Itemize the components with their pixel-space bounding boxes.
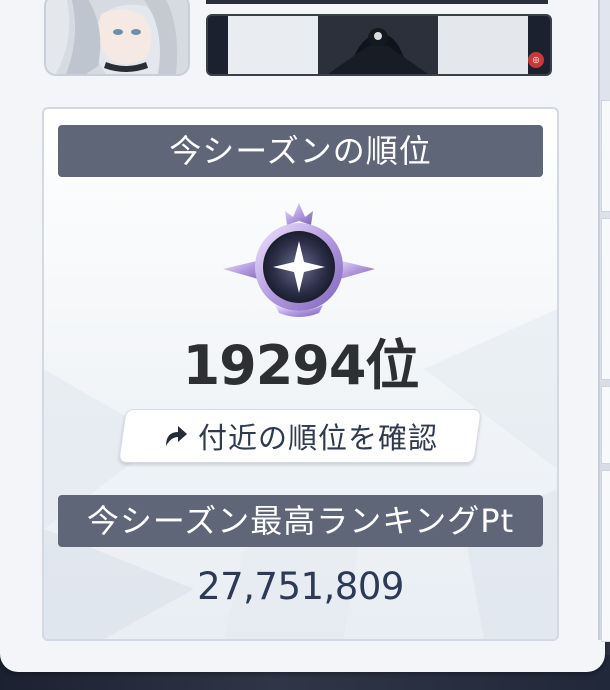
season-best-points-value: 27,751,809 (197, 565, 404, 608)
check-nearby-rank-button[interactable]: 付近の順位を確認 (118, 409, 482, 463)
avatar-portrait-image (46, 0, 188, 74)
profile-panel: ◎ 今シーズンの順位 19294位 付近の順位を確認 今シーズン最高ランキングP… (0, 0, 605, 672)
banner-badge-icon: ◎ (528, 52, 544, 68)
player-avatar[interactable] (44, 0, 190, 76)
season-best-points-header: 今シーズン最高ランキングPt (58, 495, 543, 547)
adjacent-panel-tab (601, 100, 610, 212)
profile-banner[interactable]: ◎ (206, 14, 552, 76)
check-nearby-rank-label: 付近の順位を確認 (197, 421, 438, 455)
season-rank-header: 今シーズンの順位 (58, 125, 543, 177)
banner-artwork-image (208, 16, 550, 74)
season-rank-value: 19294位 (182, 334, 420, 397)
banner-frame-top (206, 0, 548, 4)
adjacent-panel-tab (601, 470, 610, 642)
redo-arrow-icon (165, 426, 187, 446)
adjacent-panel-tab (601, 386, 610, 464)
season-rank-card: 今シーズンの順位 19294位 付近の順位を確認 今シーズン最高ランキングPt … (42, 107, 559, 641)
adjacent-panel-tab (601, 218, 610, 380)
tier-emblem-icon (223, 203, 375, 317)
